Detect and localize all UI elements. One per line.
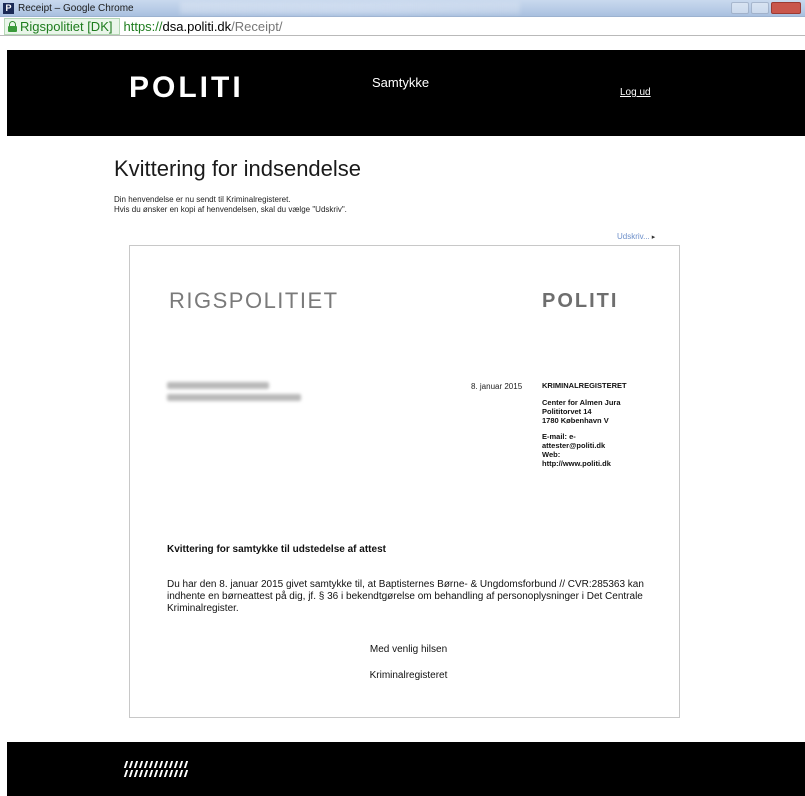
stripe-mark [128, 770, 134, 777]
stripe-mark [163, 761, 169, 768]
receipt-org-name: RIGSPOLITIET [169, 288, 339, 313]
print-link[interactable]: Udskriv... ▸ [617, 232, 655, 243]
address-line: Polititorvet 14 [542, 407, 592, 416]
minimize-button[interactable] [731, 2, 749, 14]
stripe-mark [123, 770, 129, 777]
redacted-name [167, 394, 301, 401]
stripe-mark [168, 761, 174, 768]
stripe-mark [148, 770, 154, 777]
politi-favicon-icon: P [3, 2, 14, 14]
window-controls [731, 2, 801, 14]
contact-line: attester@politi.dk [542, 441, 606, 450]
stripe-mark [183, 761, 189, 768]
stripe-mark [158, 770, 164, 777]
url-host: dsa.politi.dk [162, 18, 232, 34]
ev-certificate-label: Rigspolitiet [DK] [20, 18, 113, 34]
stripe-mark [148, 761, 154, 768]
contact-line: http://www.politi.dk [542, 459, 611, 468]
contact-line: E-mail: e- [542, 432, 576, 441]
stripe-mark [178, 761, 184, 768]
stripe-mark [163, 770, 169, 777]
receipt-date: 8. januar 2015 [471, 382, 523, 391]
receipt-signature: Kriminalregisteret [369, 670, 448, 681]
window-titlebar[interactable]: P Receipt – Google Chrome [0, 0, 805, 17]
stripe-mark [143, 761, 149, 768]
url-path: /Receipt/ [231, 18, 283, 34]
receipt-department: KRIMINALREGISTERET [542, 381, 627, 390]
intro-text: Din henvendelse er nu sendt til Kriminal… [114, 195, 347, 215]
stripe-mark [123, 761, 129, 768]
nav-samtykke: Samtykke [372, 75, 430, 90]
stripe-mark [138, 770, 144, 777]
stripe-mark [153, 761, 159, 768]
maximize-button[interactable] [751, 2, 769, 14]
stripe-mark [173, 761, 179, 768]
arrow-right-icon: ▸ [651, 234, 656, 241]
page-title: Kvittering for indsendelse [114, 156, 362, 181]
site-footer [7, 742, 805, 796]
url-scheme: https:// [123, 18, 163, 34]
intro-line-1: Din henvendelse er nu sendt til Kriminal… [114, 195, 291, 204]
stripe-mark [138, 761, 144, 768]
receipt-heading: Kvittering for samtykke til udstedelse a… [167, 544, 386, 555]
receipt-closing: Med venlig hilsen [369, 644, 448, 655]
politi-logo[interactable]: POLITI [129, 70, 244, 106]
receipt-document: RIGSPOLITIET POLITI 8. januar 2015 KRIMI… [129, 245, 680, 718]
stripe-mark [133, 761, 139, 768]
stripe-mark [183, 770, 189, 777]
logout-link[interactable]: Log ud [620, 87, 651, 99]
stripe-mark [143, 770, 149, 777]
address-line: Center for Almen Jura [542, 398, 621, 407]
receipt-body: Du har den 8. januar 2015 givet samtykke… [167, 579, 644, 614]
contact-line: Web: [542, 450, 561, 459]
redacted-cpr [167, 382, 269, 389]
stripe-mark [168, 770, 174, 777]
intro-line-2: Hvis du ønsker en kopi af henvendelsen, … [114, 205, 347, 214]
stripe-mark [153, 770, 159, 777]
site-header [7, 50, 805, 136]
stripe-mark [128, 761, 134, 768]
lock-icon [8, 20, 17, 32]
stripe-mark [158, 761, 164, 768]
stripe-mark [173, 770, 179, 777]
ev-certificate-badge[interactable]: Rigspolitiet [DK] [4, 17, 121, 35]
print-link-label: Udskriv... [617, 232, 650, 241]
politi-stripes-logo [123, 761, 189, 777]
stripe-mark [133, 770, 139, 777]
receipt-politi-logo: POLITI [542, 290, 619, 312]
blurred-region [180, 2, 520, 14]
receipt-address-block: KRIMINALREGISTERET Center for Almen Jura… [542, 381, 652, 468]
address-bar[interactable]: Rigspolitiet [DK] https://dsa.politi.dk /… [0, 17, 805, 36]
address-line: 1780 København V [542, 416, 609, 425]
stripe-mark [178, 770, 184, 777]
close-window-button[interactable] [771, 2, 801, 14]
window-title: Receipt – Google Chrome [18, 2, 134, 14]
